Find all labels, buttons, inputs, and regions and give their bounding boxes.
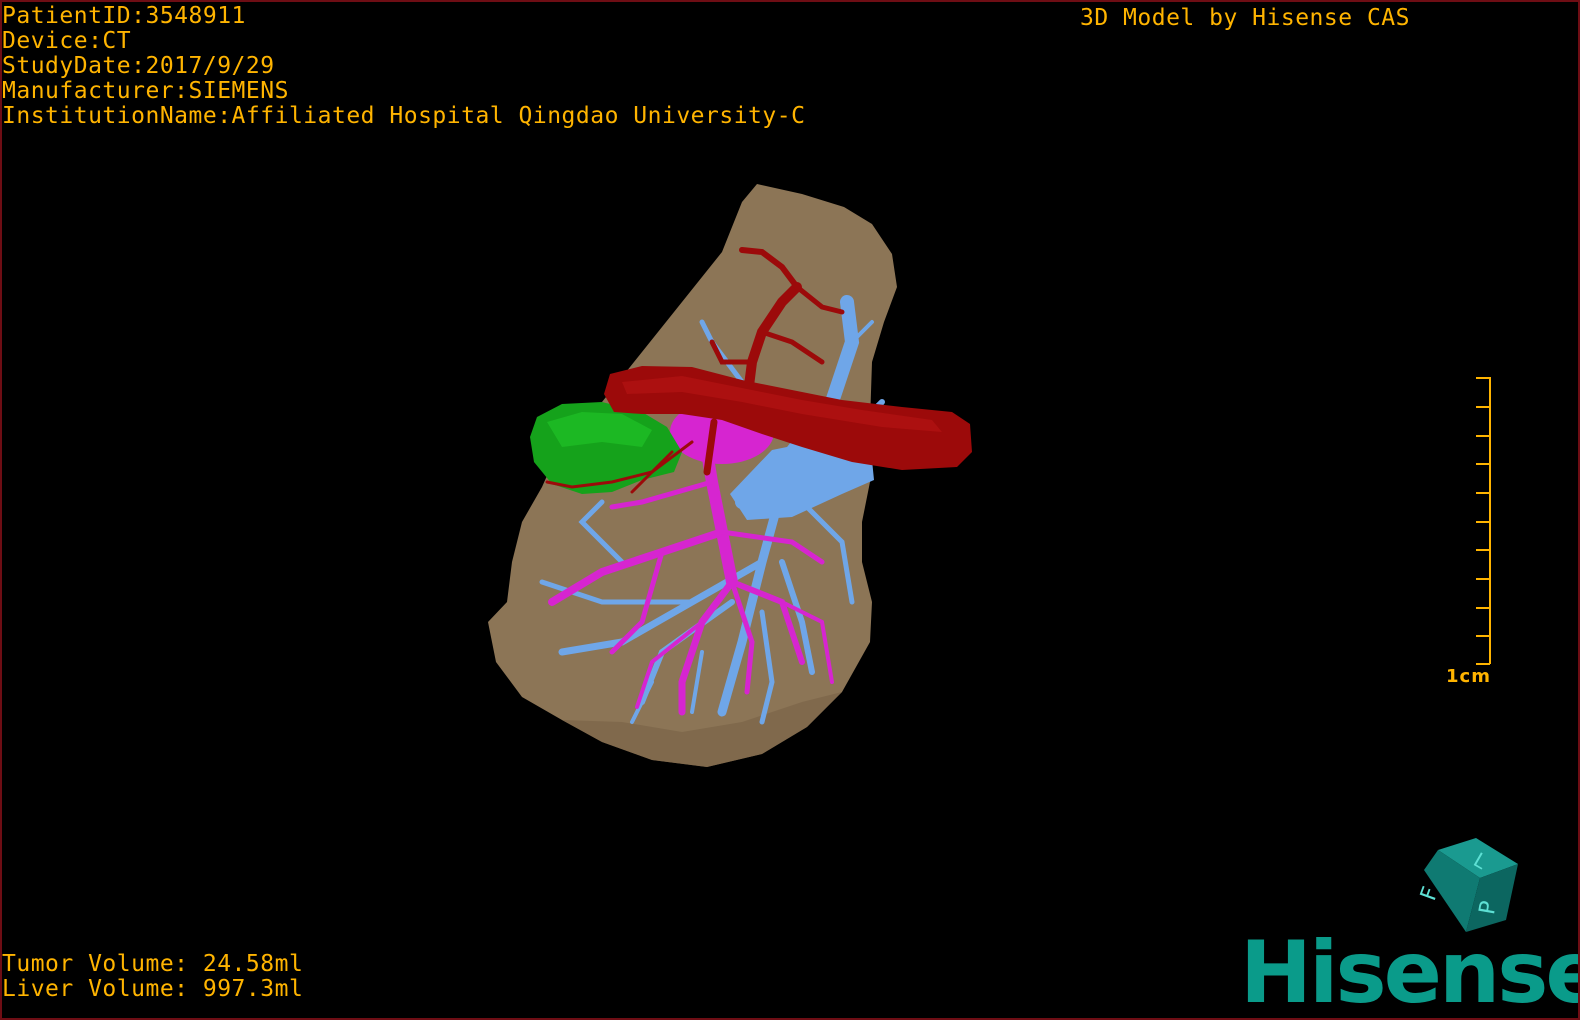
- orientation-cube[interactable]: F L P: [1416, 838, 1518, 932]
- brand-logo: Hisense: [1240, 923, 1580, 1020]
- study-date-label: StudyDate:2017/9/29: [2, 53, 275, 79]
- tumor-volume-label: Tumor Volume: 24.58ml: [2, 951, 304, 977]
- liver-3d-render[interactable]: F L P: [2, 2, 1578, 1018]
- patient-id-label: PatientID:3548911: [2, 3, 246, 29]
- 3d-viewport[interactable]: F L P PatientID:3548911 Device:CT StudyD…: [0, 0, 1580, 1020]
- manufacturer-label: Manufacturer:SIEMENS: [2, 78, 289, 104]
- device-label: Device:CT: [2, 28, 132, 54]
- liver-volume-label: Liver Volume: 997.3ml: [2, 976, 304, 1002]
- volume-overlay: Tumor Volume: 24.58ml Liver Volume: 997.…: [2, 952, 303, 1002]
- scale-bar-label: 1cm: [1446, 666, 1491, 687]
- patient-info-overlay: PatientID:3548911 Device:CT StudyDate:20…: [2, 4, 805, 129]
- institution-label: InstitutionName:Affiliated Hospital Qing…: [2, 103, 806, 129]
- scale-bar: [1476, 377, 1491, 665]
- model-credit-label: 3D Model by Hisense CAS: [1080, 5, 1410, 31]
